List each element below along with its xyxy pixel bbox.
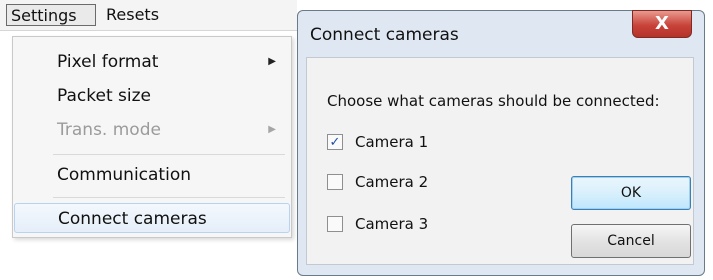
menu-item-pixel-format[interactable]: Pixel format ▶ <box>14 47 290 77</box>
close-button[interactable]: X <box>632 10 692 38</box>
close-icon: X <box>655 13 669 34</box>
menu-bar: Settings Resets <box>0 0 297 31</box>
dialog-body: Choose what cameras should be connected:… <box>306 57 694 265</box>
menu-item-label: Communication <box>57 165 191 185</box>
menu-item-label: Packet size <box>57 86 151 106</box>
menu-item-connect-cameras[interactable]: Connect cameras <box>14 203 290 233</box>
checkbox-label: Camera 3 <box>355 215 429 233</box>
menu-item-trans-mode: Trans. mode ▶ <box>14 115 290 145</box>
menu-item-communication[interactable]: Communication <box>14 160 290 190</box>
checkbox-unchecked-icon[interactable] <box>327 174 343 190</box>
dialog-title: Connect cameras <box>310 25 459 45</box>
menu-item-packet-size[interactable]: Packet size <box>14 81 290 111</box>
submenu-arrow-icon: ▶ <box>268 124 276 135</box>
submenu-arrow-icon: ▶ <box>268 56 276 67</box>
menu-item-label: Trans. mode <box>57 120 161 140</box>
menu-resets[interactable]: Resets <box>102 4 172 26</box>
menu-separator <box>53 197 285 198</box>
checkbox-unchecked-icon[interactable] <box>327 216 343 232</box>
menu-separator <box>53 154 285 155</box>
checkbox-checked-icon[interactable]: ✓ <box>327 134 343 150</box>
ok-button[interactable]: OK <box>571 176 691 210</box>
checkbox-label: Camera 1 <box>355 133 429 151</box>
dialog-prompt: Choose what cameras should be connected: <box>327 92 660 110</box>
settings-dropdown-menu: Pixel format ▶ Packet size Trans. mode ▶… <box>12 36 292 238</box>
menu-settings[interactable]: Settings <box>6 4 96 26</box>
menu-item-label: Pixel format <box>57 52 159 72</box>
connect-cameras-dialog: Connect cameras X Choose what cameras sh… <box>297 10 705 276</box>
checkbox-label: Camera 2 <box>355 173 429 191</box>
menu-item-label: Connect cameras <box>58 209 207 229</box>
cancel-button[interactable]: Cancel <box>571 224 691 258</box>
